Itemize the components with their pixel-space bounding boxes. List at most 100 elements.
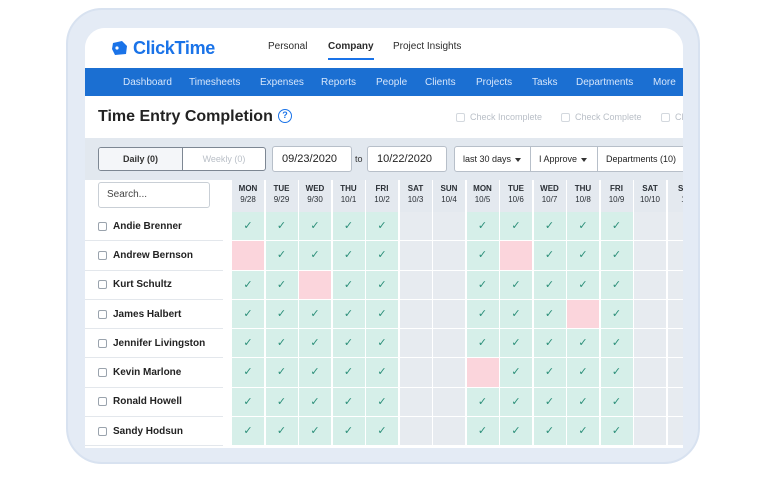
complete-cell[interactable]: ✓ [232,212,265,242]
weekend-cell[interactable] [667,241,683,271]
person-row[interactable]: James Halbert [85,300,223,330]
missing-cell[interactable] [232,241,265,271]
weekend-cell[interactable] [399,270,433,300]
complete-cell[interactable]: ✓ [600,241,634,271]
complete-cell[interactable]: ✓ [299,329,332,359]
weekend-cell[interactable] [399,358,433,388]
person-checkbox[interactable] [98,280,107,290]
nav-departments[interactable]: Departments [576,77,633,88]
weekend-cell[interactable] [634,358,667,388]
complete-cell[interactable]: ✓ [299,358,332,388]
complete-cell[interactable]: ✓ [567,270,600,300]
complete-cell[interactable]: ✓ [332,417,366,447]
nav-clients[interactable]: Clients [425,77,456,88]
complete-cell[interactable]: ✓ [366,212,399,242]
complete-cell[interactable]: ✓ [500,417,533,447]
weekend-cell[interactable] [634,241,667,271]
complete-cell[interactable]: ✓ [500,358,533,388]
weekend-cell[interactable] [433,417,466,447]
weekend-cell[interactable] [667,358,683,388]
nav-expenses[interactable]: Expenses [260,77,304,88]
person-checkbox[interactable] [98,338,107,348]
start-date-input[interactable]: 09/23/2020 [272,146,352,172]
complete-cell[interactable]: ✓ [500,329,533,359]
complete-cell[interactable]: ✓ [366,417,399,447]
complete-cell[interactable]: ✓ [567,358,600,388]
weekend-cell[interactable] [399,387,433,418]
complete-cell[interactable]: ✓ [299,387,332,418]
weekend-cell[interactable] [667,417,683,447]
complete-cell[interactable]: ✓ [366,358,399,388]
complete-cell[interactable]: ✓ [500,387,533,418]
person-checkbox[interactable] [98,309,107,319]
weekend-cell[interactable] [399,329,433,359]
weekend-cell[interactable] [667,212,683,242]
end-date-input[interactable]: 10/22/2020 [367,146,447,172]
complete-cell[interactable]: ✓ [600,212,634,242]
complete-cell[interactable]: ✓ [265,358,299,388]
complete-cell[interactable]: ✓ [533,212,567,242]
weekend-cell[interactable] [634,299,667,330]
complete-cell[interactable]: ✓ [265,417,299,447]
complete-cell[interactable]: ✓ [265,329,299,359]
weekend-cell[interactable] [433,212,466,242]
complete-cell[interactable]: ✓ [500,270,533,300]
nav-more[interactable]: More [653,77,676,88]
complete-cell[interactable]: ✓ [332,212,366,242]
weekend-cell[interactable] [667,387,683,418]
complete-cell[interactable]: ✓ [366,299,399,330]
weekend-cell[interactable] [433,329,466,359]
missing-cell[interactable] [500,241,533,271]
complete-cell[interactable]: ✓ [600,358,634,388]
topnav-project-insights[interactable]: Project Insights [393,41,461,52]
complete-cell[interactable]: ✓ [332,329,366,359]
complete-cell[interactable]: ✓ [366,270,399,300]
person-checkbox[interactable] [98,368,107,378]
complete-cell[interactable]: ✓ [466,387,500,418]
person-checkbox[interactable] [98,221,107,231]
complete-cell[interactable]: ✓ [332,299,366,330]
complete-cell[interactable]: ✓ [332,358,366,388]
weekend-cell[interactable] [634,212,667,242]
complete-cell[interactable]: ✓ [232,387,265,418]
weekend-cell[interactable] [667,299,683,330]
search-input[interactable]: Search... [98,182,210,208]
complete-cell[interactable]: ✓ [265,270,299,300]
complete-cell[interactable]: ✓ [533,329,567,359]
person-row[interactable]: Andrew Bernson [85,241,223,271]
nav-reports[interactable]: Reports [321,77,356,88]
nav-timesheets[interactable]: Timesheets [189,77,240,88]
nav-projects[interactable]: Projects [476,77,512,88]
complete-cell[interactable]: ✓ [533,299,567,330]
person-row[interactable]: Kurt Schultz [85,271,223,300]
complete-cell[interactable]: ✓ [600,329,634,359]
complete-cell[interactable]: ✓ [232,329,265,359]
complete-cell[interactable]: ✓ [600,387,634,418]
weekend-cell[interactable] [399,299,433,330]
approver-dropdown[interactable]: I Approve [530,146,598,172]
weekend-cell[interactable] [399,417,433,447]
complete-cell[interactable]: ✓ [232,299,265,330]
complete-cell[interactable]: ✓ [332,270,366,300]
complete-cell[interactable]: ✓ [466,212,500,242]
weekend-cell[interactable] [433,387,466,418]
nav-dashboard[interactable]: Dashboard [123,77,172,88]
check-incomplete-checkbox[interactable] [456,112,465,122]
weekend-cell[interactable] [634,387,667,418]
complete-cell[interactable]: ✓ [466,417,500,447]
person-row[interactable]: Jennifer Livingston [85,329,223,359]
missing-cell[interactable] [567,299,600,330]
weekend-cell[interactable] [433,358,466,388]
topnav-personal[interactable]: Personal [268,41,307,52]
check-complete-option[interactable]: Check Complete [561,112,642,122]
clear-checkbox[interactable] [661,112,670,122]
person-checkbox[interactable] [98,397,107,407]
weekend-cell[interactable] [433,299,466,330]
weekend-cell[interactable] [667,270,683,300]
check-complete-checkbox[interactable] [561,112,570,122]
person-row[interactable]: Andie Brenner [85,212,223,242]
complete-cell[interactable]: ✓ [533,270,567,300]
range-dropdown[interactable]: last 30 days [454,146,531,172]
weekend-cell[interactable] [634,270,667,300]
complete-cell[interactable]: ✓ [500,212,533,242]
